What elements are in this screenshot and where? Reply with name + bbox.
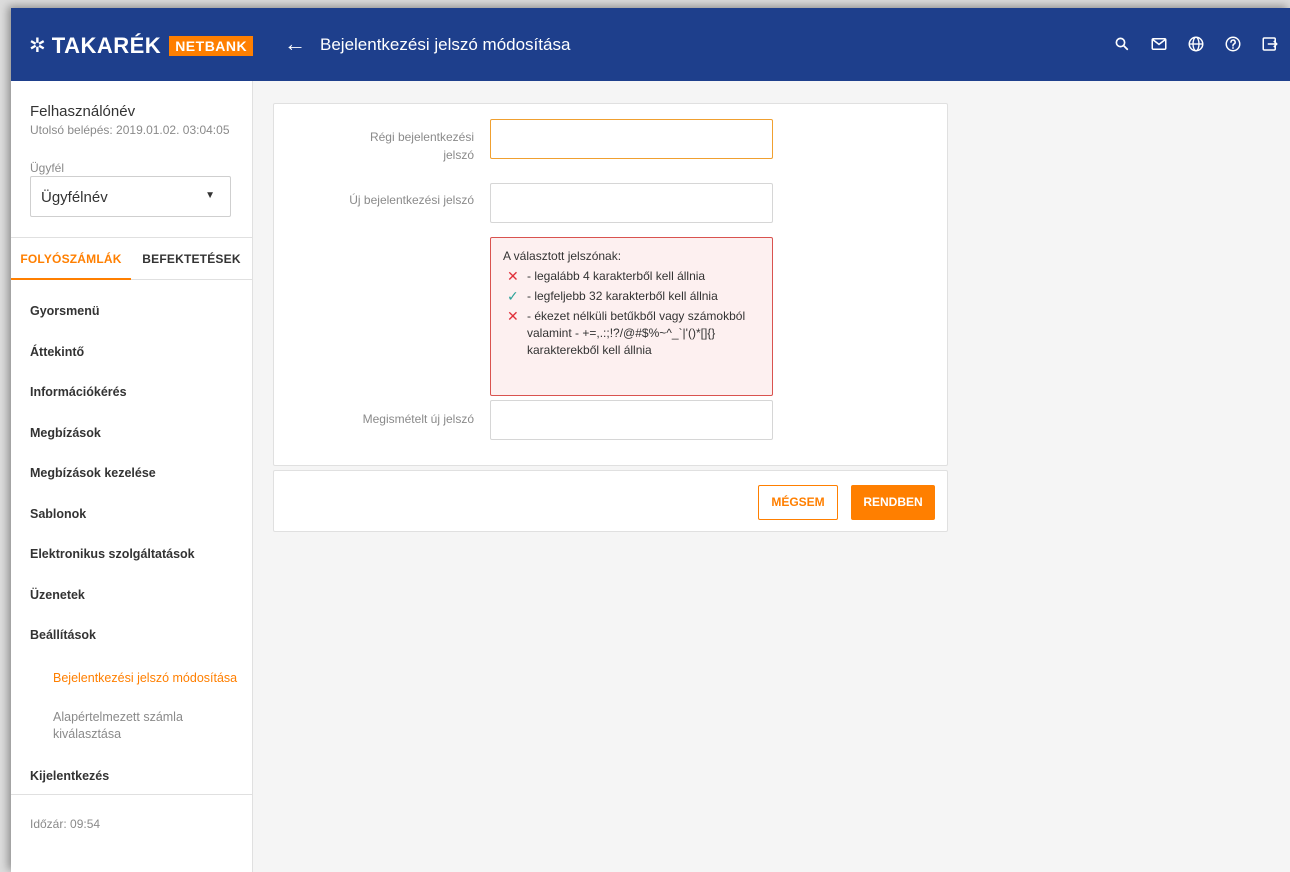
sidebar-item-uzenetek[interactable]: Üzenetek: [11, 575, 252, 616]
password-form: Régi bejelentkezési jelszó Új bejelentke…: [273, 103, 948, 466]
sidebar-divider: [11, 794, 252, 795]
repeat-password-label: Megismételt új jelszó: [362, 412, 474, 426]
rule-allowed-chars: ✕ - ékezet nélküli betűkből vagy számokb…: [503, 308, 760, 359]
sidebar-item-elektronikus-szolgaltatasok[interactable]: Elektronikus szolgáltatások: [11, 534, 252, 575]
caret-down-icon: ▼: [205, 190, 215, 201]
logo-star-icon: ✲: [29, 35, 46, 57]
sidebar-item-beallitasok[interactable]: Beállítások: [11, 615, 252, 656]
search-icon[interactable]: [1110, 32, 1134, 56]
last-login: Utolsó belépés: 2019.01.02. 03:04:05: [30, 123, 230, 137]
repeat-password-input[interactable]: [490, 400, 773, 440]
new-password-input[interactable]: [490, 183, 773, 223]
rule-text: - ékezet nélküli betűkből vagy számokból…: [527, 309, 746, 357]
back-arrow-icon[interactable]: ←: [283, 32, 307, 56]
sidebar-item-kijelentkezes[interactable]: Kijelentkezés: [11, 756, 252, 797]
logo-text: TAKARÉK: [51, 33, 162, 58]
cancel-button[interactable]: MÉGSEM: [758, 485, 838, 520]
logo-badge: NETBANK: [169, 36, 254, 56]
sidebar-menu: Gyorsmenü Áttekintő Információkérés Megb…: [11, 291, 252, 796]
sidebar-item-megbizasok-kezelese[interactable]: Megbízások kezelése: [11, 453, 252, 494]
globe-icon[interactable]: [1184, 32, 1208, 56]
tab-befektetesek[interactable]: BEFEKTETÉSEK: [131, 238, 252, 280]
sidebar-subitem-password-change[interactable]: Bejelentkezési jelszó módosítása: [11, 656, 252, 700]
old-password-input[interactable]: [490, 119, 773, 159]
rule-text: - legalább 4 karakterből kell állnia: [527, 269, 706, 283]
header-actions: [1110, 32, 1282, 56]
sidebar: Felhasználónév Utolsó belépés: 2019.01.0…: [11, 81, 253, 872]
sidebar-item-informaciokeres[interactable]: Információkérés: [11, 372, 252, 413]
cross-icon: ✕: [507, 268, 519, 284]
rules-title: A választott jelszónak:: [503, 249, 622, 263]
cross-icon: ✕: [507, 308, 519, 324]
form-actions: MÉGSEM RENDBEN: [273, 470, 948, 532]
mail-icon[interactable]: [1147, 32, 1171, 56]
sidebar-item-attekinto[interactable]: Áttekintő: [11, 332, 252, 373]
client-select[interactable]: Ügyfélnév ▼: [30, 176, 231, 217]
rule-min-length: ✕ - legalább 4 karakterből kell állnia: [503, 268, 760, 285]
rule-text: - legfeljebb 32 karakterből kell állnia: [527, 289, 718, 303]
check-icon: ✓: [507, 288, 519, 304]
sidebar-subitem-default-account[interactable]: Alapértelmezett számla kiválasztása: [11, 700, 252, 756]
logo: ✲ TAKARÉK NETBANK: [29, 33, 254, 58]
sidebar-item-gyorsmenu[interactable]: Gyorsmenü: [11, 291, 252, 332]
rule-max-length: ✓ - legfeljebb 32 karakterből kell állni…: [503, 288, 760, 305]
help-icon[interactable]: [1221, 32, 1245, 56]
app-window: ✲ TAKARÉK NETBANK ← Bejelentkezési jelsz…: [11, 8, 1290, 872]
sidebar-item-megbizasok[interactable]: Megbízások: [11, 413, 252, 454]
account-tabs: FOLYÓSZÁMLÁK BEFEKTETÉSEK: [11, 237, 252, 280]
client-label: Ügyfél: [30, 161, 65, 175]
logout-icon[interactable]: [1258, 32, 1282, 56]
top-bar: ✲ TAKARÉK NETBANK ← Bejelentkezési jelsz…: [11, 8, 1290, 81]
old-password-label: Régi bejelentkezési jelszó: [369, 130, 474, 162]
new-password-label: Új bejelentkezési jelszó: [349, 193, 474, 207]
user-name: Felhasználónév: [30, 103, 136, 120]
tab-folyoszamlak[interactable]: FOLYÓSZÁMLÁK: [11, 238, 131, 280]
client-select-value: Ügyfélnév: [41, 189, 108, 206]
ok-button[interactable]: RENDBEN: [851, 485, 935, 520]
page-title: Bejelentkezési jelszó módosítása: [320, 35, 571, 54]
session-timer: Időzár: 09:54: [30, 817, 101, 831]
password-rules-box: A választott jelszónak: ✕ - legalább 4 k…: [490, 237, 773, 396]
sidebar-item-sablonok[interactable]: Sablonok: [11, 494, 252, 535]
